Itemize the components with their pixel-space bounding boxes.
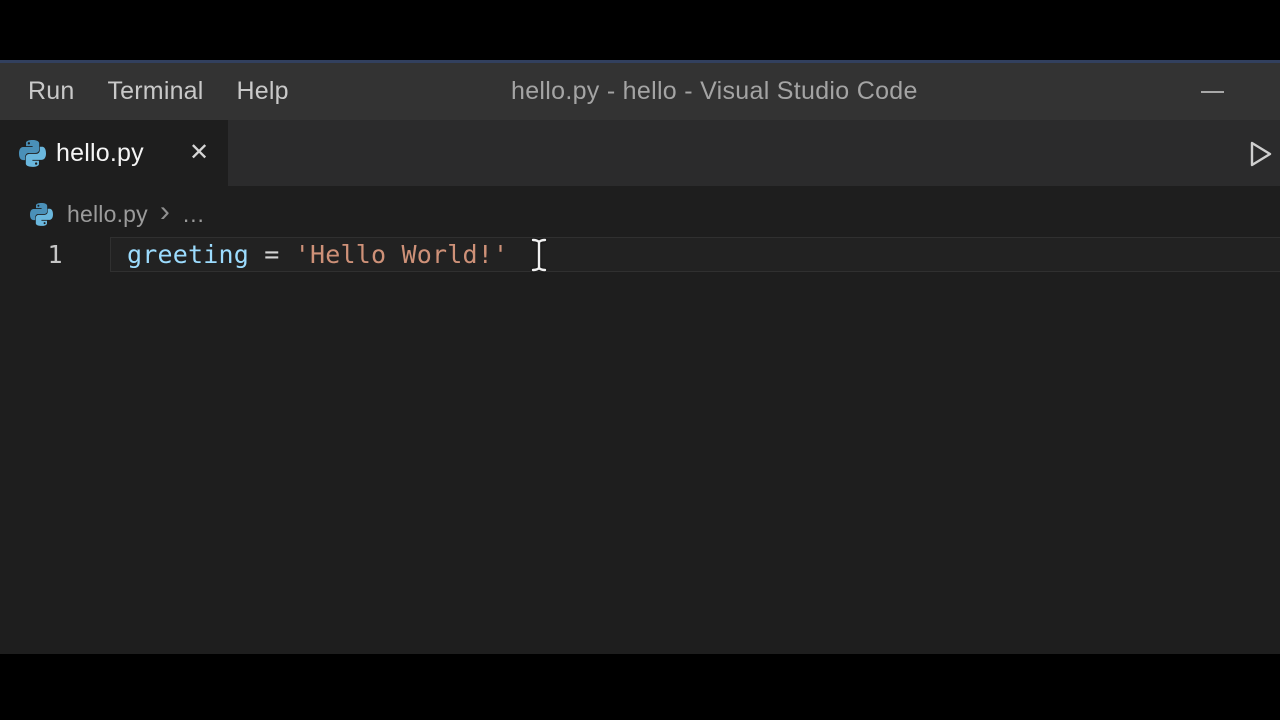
run-file-button[interactable] (1246, 140, 1276, 172)
screen: Run Terminal Help hello.py - hello - Vis… (0, 0, 1280, 720)
code-line-1[interactable]: greeting = 'Hello World!' (127, 237, 508, 272)
tab-label: hello.py (56, 139, 144, 168)
breadcrumb[interactable]: hello.py › … (30, 192, 205, 236)
tab-bar: hello.py ✕ (0, 120, 1280, 186)
breadcrumb-symbol[interactable]: … (182, 201, 205, 228)
python-icon (19, 140, 46, 167)
letterbox-top (0, 0, 1280, 60)
python-icon (30, 203, 53, 226)
breadcrumb-file[interactable]: hello.py (67, 201, 148, 228)
menubar: Run Terminal Help (28, 63, 289, 120)
menu-item-help[interactable]: Help (237, 77, 289, 106)
tab-hello-py[interactable]: hello.py ✕ (0, 120, 228, 186)
minimize-dash-icon (1201, 91, 1224, 93)
token-variable: greeting (127, 240, 249, 269)
menu-item-run[interactable]: Run (28, 77, 74, 106)
editor-pane[interactable]: hello.py › … 1 greeting = 'Hello World!' (0, 186, 1280, 654)
tab-close-icon[interactable]: ✕ (184, 138, 214, 168)
menu-item-terminal[interactable]: Terminal (107, 77, 203, 106)
minimize-button[interactable] (1196, 63, 1228, 120)
chevron-right-icon: › (160, 197, 170, 227)
token-string: 'Hello World!' (295, 240, 509, 269)
window-title: hello.py - hello - Visual Studio Code (511, 63, 918, 120)
line-number: 1 (0, 237, 110, 272)
letterbox-bottom (0, 654, 1280, 720)
play-outline-icon (1249, 140, 1273, 173)
titlebar: Run Terminal Help hello.py - hello - Vis… (0, 60, 1280, 120)
token-operator: = (249, 240, 295, 269)
text-cursor-pointer (529, 238, 549, 272)
